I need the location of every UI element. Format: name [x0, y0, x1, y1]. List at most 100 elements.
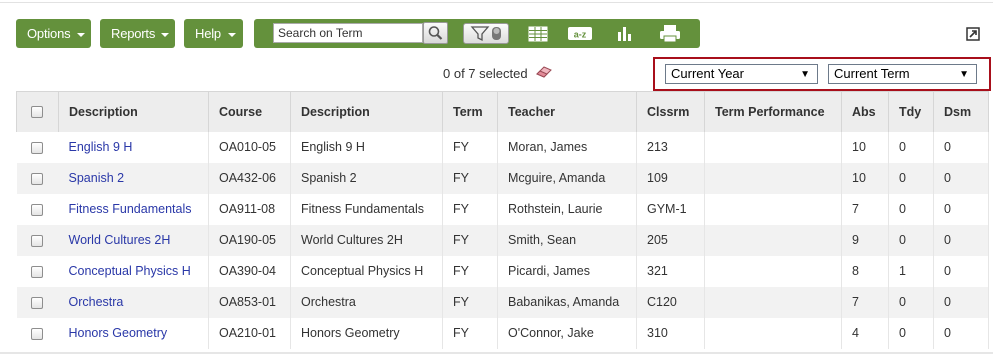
row-checkbox[interactable]	[31, 234, 43, 247]
column-header[interactable]: Tdy	[888, 91, 934, 132]
select-all-header	[16, 91, 59, 132]
column-header[interactable]: Term Performance	[704, 91, 842, 132]
grid-icon[interactable]	[527, 23, 549, 44]
cell-dsm: 0	[933, 255, 989, 287]
cell-perf	[704, 193, 842, 225]
print-icon[interactable]	[658, 23, 682, 44]
cell-room: C120	[636, 286, 705, 318]
table-row[interactable]: Orchestra OA853-01 Orchestra FY Babanikas, A…	[16, 286, 989, 318]
help-label: Help	[195, 26, 221, 41]
cell-description: Fitness Fundamentals	[290, 193, 443, 225]
table-row[interactable]: English 9 H OA010-05 English 9 H FY Moran, J…	[17, 131, 989, 163]
cell-tdy: 0	[888, 317, 934, 349]
row-select-cell	[16, 162, 59, 194]
caret-down-icon	[77, 33, 85, 37]
column-header[interactable]: Description	[58, 91, 209, 132]
year-select-value: Current Year	[671, 66, 744, 81]
cell-description: Conceptual Physics H	[290, 255, 443, 287]
course-link[interactable]: English 9 H	[58, 131, 209, 163]
caret-down-icon	[161, 33, 169, 37]
cell-dsm: 0	[933, 131, 989, 163]
search-input[interactable]	[273, 23, 423, 43]
row-checkbox[interactable]	[31, 141, 43, 154]
row-checkbox[interactable]	[31, 296, 43, 309]
row-checkbox[interactable]	[31, 172, 43, 185]
column-header[interactable]: Description	[290, 91, 443, 132]
row-checkbox[interactable]	[31, 203, 43, 216]
cell-perf	[704, 286, 842, 318]
course-link[interactable]: World Cultures 2H	[58, 224, 209, 256]
cell-dsm: 0	[933, 162, 989, 194]
row-checkbox[interactable]	[31, 265, 43, 278]
chart-icon[interactable]	[616, 23, 634, 44]
column-header[interactable]: Course	[208, 91, 291, 132]
cell-tdy: 0	[888, 162, 934, 194]
column-header[interactable]: Teacher	[497, 91, 637, 132]
table-row[interactable]: World Cultures 2H OA190-05 World Cultures …	[16, 224, 989, 256]
course-link[interactable]: Conceptual Physics H	[58, 255, 209, 287]
cell-teacher: Rothstein, Laurie	[497, 193, 637, 225]
reports-menu-button[interactable]: Reports	[100, 19, 175, 48]
cell-abs: 7	[841, 286, 889, 318]
column-header[interactable]: Term	[442, 91, 498, 132]
row-select-cell	[17, 318, 59, 349]
row-checkbox[interactable]	[31, 327, 43, 340]
select-all-checkbox[interactable]	[31, 106, 43, 119]
course-link[interactable]: Spanish 2	[58, 162, 209, 194]
cell-tdy: 0	[888, 286, 934, 318]
cell-term: FY	[442, 317, 498, 349]
course-link[interactable]: Fitness Fundamentals	[58, 193, 209, 225]
sort-az-icon[interactable]: a-z	[567, 23, 593, 44]
cell-teacher: O'Connor, Jake	[497, 317, 637, 349]
cell-teacher: Picardi, James	[497, 255, 637, 287]
options-label: Options	[27, 26, 71, 41]
filter-icon	[470, 26, 501, 42]
cell-perf	[704, 317, 842, 349]
help-menu-button[interactable]: Help	[184, 19, 243, 48]
bottom-divider	[0, 352, 993, 354]
cell-perf	[704, 255, 842, 287]
caret-down-icon	[228, 33, 236, 37]
table-row[interactable]: Spanish 2 OA432-06 Spanish 2 FY Mcguire, Ama…	[16, 162, 989, 194]
cell-abs: 8	[841, 255, 889, 287]
cell-term: FY	[442, 286, 498, 318]
table-row[interactable]: Conceptual Physics H OA390-04 Conceptual P…	[17, 255, 989, 287]
cell-room: 213	[636, 131, 705, 163]
column-header[interactable]: Clssrm	[636, 91, 705, 132]
term-select[interactable]: Current Term ▼	[828, 64, 977, 84]
search-icon	[428, 26, 443, 40]
search-toolbar: a-z	[254, 19, 700, 48]
cell-description: English 9 H	[290, 131, 443, 163]
column-header[interactable]: Abs	[841, 91, 889, 132]
cell-teacher: Babanikas, Amanda	[497, 286, 637, 318]
options-menu-button[interactable]: Options	[16, 19, 91, 48]
filter-button[interactable]	[463, 23, 509, 44]
course-link[interactable]: Honors Geometry	[58, 317, 209, 349]
row-select-cell	[16, 224, 59, 256]
row-select-cell	[17, 132, 59, 163]
table-row[interactable]: Fitness Fundamentals OA911-08 Fitness Fund…	[17, 193, 989, 225]
schedule-table: Description Course Description Term Teac…	[16, 91, 989, 349]
cell-tdy: 1	[888, 255, 934, 287]
cell-term: FY	[442, 193, 498, 225]
year-select[interactable]: Current Year ▼	[665, 64, 818, 84]
search-button[interactable]	[423, 22, 448, 44]
cell-course: OA390-04	[208, 255, 291, 287]
cell-course: OA010-05	[208, 131, 291, 163]
cell-room: 310	[636, 317, 705, 349]
cell-dsm: 0	[933, 317, 989, 349]
svg-text:a-z: a-z	[574, 30, 587, 40]
expand-icon[interactable]	[966, 27, 980, 41]
table-header-row: Description Course Description Term Teac…	[16, 91, 989, 132]
cell-room: 109	[636, 162, 705, 194]
table-row[interactable]: Honors Geometry OA210-01 Honors Geometry FY…	[17, 317, 989, 349]
cell-description: Spanish 2	[290, 162, 443, 194]
cell-room: GYM-1	[636, 193, 705, 225]
course-link[interactable]: Orchestra	[58, 286, 209, 318]
cell-tdy: 0	[888, 193, 934, 225]
column-header[interactable]: Dsm	[933, 91, 989, 132]
eraser-icon[interactable]	[535, 66, 553, 78]
cell-course: OA853-01	[208, 286, 291, 318]
cell-description: Honors Geometry	[290, 317, 443, 349]
cell-dsm: 0	[933, 224, 989, 256]
